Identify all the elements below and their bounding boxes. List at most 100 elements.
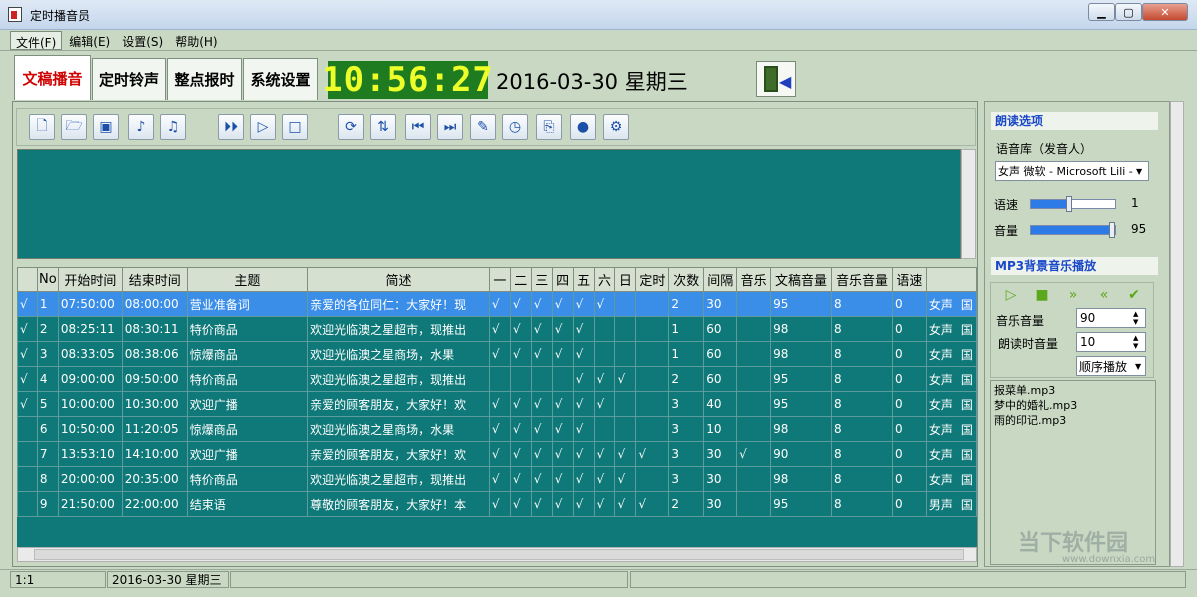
settings-button[interactable]: ⚙: [603, 114, 629, 140]
column-header[interactable]: 定时: [635, 267, 670, 292]
import-button[interactable]: ⎘: [536, 114, 562, 140]
table-row[interactable]: √ 2 08:25:11 08:30:11 特价商品 欢迎光临澳之星超市，现推出 √ √ √ √ √…: [17, 316, 977, 342]
mp3-play-button[interactable]: ▷: [999, 286, 1023, 304]
column-header[interactable]: 开始时间: [57, 267, 123, 292]
speed-slider-thumb[interactable]: [1065, 196, 1072, 212]
read-volume-stepper[interactable]: 10 ▲ ▼: [1076, 332, 1146, 352]
column-header[interactable]: [925, 267, 977, 292]
script-editor[interactable]: [17, 149, 961, 259]
table-cell: 3: [668, 466, 705, 492]
tab-script-broadcast[interactable]: 文稿播音: [14, 55, 91, 100]
column-header[interactable]: 日: [614, 267, 637, 292]
menu-file[interactable]: 文件(F): [10, 31, 63, 50]
column-header[interactable]: 四: [551, 267, 574, 292]
table-cell: [635, 391, 670, 417]
table-cell: √: [551, 416, 574, 442]
table-cell: 8: [831, 491, 893, 517]
next-button[interactable]: ⏭: [437, 114, 463, 140]
column-header[interactable]: 音乐音量: [831, 267, 893, 292]
speed-slider[interactable]: [1030, 199, 1116, 209]
table-horizontal-scrollbar[interactable]: [17, 547, 977, 562]
volume-slider[interactable]: [1030, 225, 1116, 235]
table-row[interactable]: 8 20:00:00 20:35:00 特价商品 欢迎光临澳之星超市，现推出 √ √ √ √ √ √…: [17, 466, 977, 492]
music-volume-stepper[interactable]: 90 ▲ ▼: [1076, 308, 1146, 328]
column-header[interactable]: 音乐: [736, 267, 772, 292]
table-cell: √: [614, 441, 637, 467]
column-header[interactable]: 二: [509, 267, 532, 292]
table-cell: 0: [891, 391, 927, 417]
music-note-icon: ♪: [136, 119, 146, 135]
close-button[interactable]: ✕: [1142, 3, 1188, 21]
tab-timed-ring[interactable]: 定时铃声: [92, 58, 166, 100]
table-row[interactable]: 6 10:50:00 11:20:05 惊爆商品 欢迎光临澳之星商场，水果 √ √ √ √ √ 3 1…: [17, 416, 977, 442]
table-cell: 亲爱的顾客朋友，大家好！欢: [307, 391, 490, 417]
column-header[interactable]: 一: [488, 267, 511, 292]
music-note-button[interactable]: ♪: [128, 114, 154, 140]
options-scrollbar[interactable]: [1170, 101, 1184, 567]
loop-icon: ⇅: [377, 119, 389, 135]
user-icon: ●: [576, 119, 590, 135]
column-header[interactable]: [17, 267, 38, 292]
column-header[interactable]: 语速: [891, 267, 927, 292]
table-row[interactable]: √ 1 07:50:00 08:00:00 营业准备词 亲爱的各位同仁：大家好！现 √ √ √ √…: [17, 291, 977, 317]
mp3-confirm-button[interactable]: ✔: [1122, 286, 1146, 304]
table-row[interactable]: √ 5 10:00:00 10:30:00 欢迎广播 亲爱的顾客朋友，大家好！欢 √ √ √ √ √…: [17, 391, 977, 417]
stepper-arrows-icon: ▲ ▼: [1133, 334, 1139, 350]
loop-button[interactable]: ⇅: [370, 114, 396, 140]
column-header[interactable]: No: [36, 267, 59, 292]
tab-system-settings[interactable]: 系统设置: [243, 58, 318, 100]
close-icon: ✕: [1160, 5, 1170, 19]
volume-slider-thumb[interactable]: [1108, 222, 1115, 238]
mp3-rewind-button[interactable]: «: [1092, 286, 1116, 304]
edit-schedule-button[interactable]: ✎: [470, 114, 496, 140]
exit-button[interactable]: ◀: [756, 61, 796, 97]
column-header[interactable]: 五: [572, 267, 595, 292]
table-cell: 60: [703, 316, 738, 342]
play-button[interactable]: ▷: [250, 114, 276, 140]
stop-button[interactable]: □: [282, 114, 308, 140]
tab-hourly-chime[interactable]: 整点报时: [167, 58, 242, 100]
open-file-button[interactable]: 🗁: [61, 114, 87, 140]
column-header[interactable]: 六: [593, 267, 616, 292]
timer-button[interactable]: ◷: [502, 114, 528, 140]
column-header[interactable]: 结束时间: [121, 267, 188, 292]
editor-scrollbar[interactable]: [961, 149, 976, 259]
table-row[interactable]: √ 4 09:00:00 09:50:00 特价商品 欢迎光临澳之星超市，现推出 √ √ √ 2 6…: [17, 366, 977, 392]
schedule-table: No 开始时间 结束时间 主题 简述一二三四五六日定时 次数 间隔 音乐 文稿音量 音乐音量 语速 …: [17, 267, 977, 547]
table-cell: [736, 416, 772, 442]
play-all-button[interactable]: ⏵⏵: [218, 114, 244, 140]
table-cell: 09:50:00: [121, 366, 188, 392]
scroll-thumb[interactable]: [34, 549, 964, 560]
column-header[interactable]: 简述: [307, 267, 490, 292]
maximize-button[interactable]: ▢: [1115, 3, 1142, 21]
save-button[interactable]: ▣: [93, 114, 119, 140]
voice-select[interactable]: 女声 微软 - Microsoft Lili - C ▼: [995, 161, 1149, 181]
window-title: 定时播音员: [30, 9, 91, 23]
table-cell: √: [572, 491, 595, 517]
new-file-button[interactable]: 🗋: [29, 114, 55, 140]
table-row[interactable]: √ 3 08:33:05 08:38:06 惊爆商品 欢迎光临澳之星商场，水果 √ √ √ √ √ 1…: [17, 341, 977, 367]
user-button[interactable]: ●: [570, 114, 596, 140]
playlist-item[interactable]: 报菜单.mp3: [991, 383, 1155, 398]
menu-help[interactable]: 帮助(H): [170, 31, 222, 50]
music-notes-button[interactable]: ♫: [160, 114, 186, 140]
column-header[interactable]: 文稿音量: [770, 267, 833, 292]
table-cell: √: [488, 341, 511, 367]
table-cell: 特价商品: [186, 366, 309, 392]
refresh-button[interactable]: ⟳: [338, 114, 364, 140]
previous-button[interactable]: ⏮: [405, 114, 431, 140]
minimize-button[interactable]: ▁: [1088, 3, 1115, 21]
column-header[interactable]: 间隔: [703, 267, 738, 292]
mp3-forward-button[interactable]: »: [1061, 286, 1085, 304]
table-row[interactable]: 7 13:53:10 14:10:00 欢迎广播 亲爱的顾客朋友，大家好！欢 √ √ √ √ √ √…: [17, 441, 977, 467]
playlist-item[interactable]: 梦中的婚礼.mp3: [991, 398, 1155, 413]
column-header[interactable]: 主题: [186, 267, 309, 292]
column-header[interactable]: 三: [530, 267, 553, 292]
menu-edit[interactable]: 编辑(E): [64, 31, 115, 50]
mp3-stop-button[interactable]: ■: [1030, 286, 1054, 304]
menu-settings[interactable]: 设置(S): [117, 31, 168, 50]
column-header[interactable]: 次数: [668, 267, 705, 292]
play-mode-select[interactable]: 顺序播放 ▼: [1076, 356, 1146, 376]
playlist-item[interactable]: 雨的印记.mp3: [991, 413, 1155, 428]
table-row[interactable]: 9 21:50:00 22:00:00 结束语 尊敬的顾客朋友，大家好！本 √ √ √ √ √ √ √…: [17, 491, 977, 517]
